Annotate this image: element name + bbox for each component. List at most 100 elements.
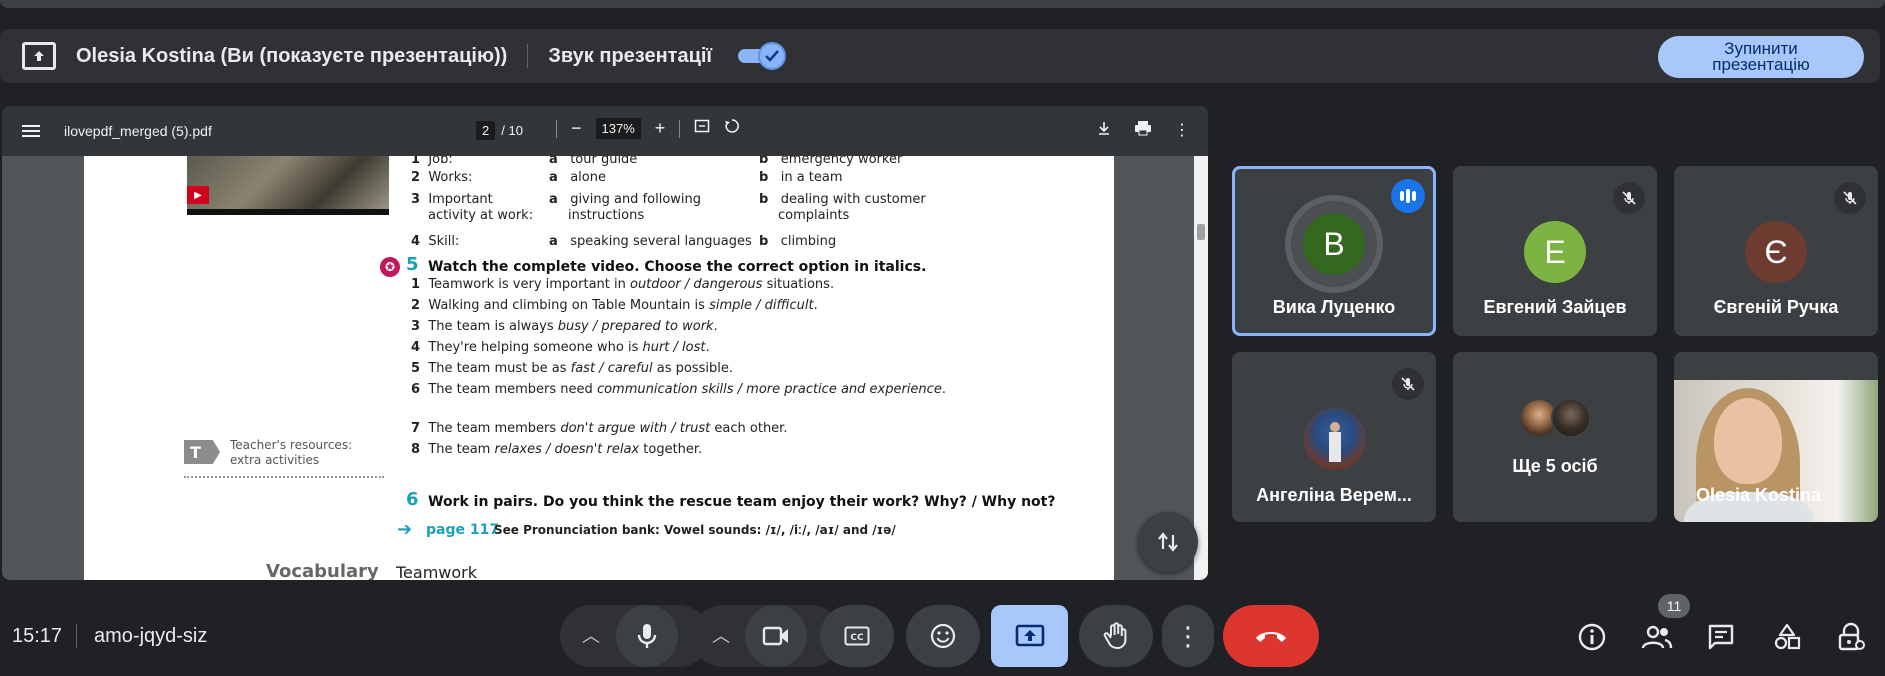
presentation-audio-label: Звук презентації <box>548 44 713 67</box>
page-total: / 10 <box>501 123 523 138</box>
participant-name: Ангеліна Верем... <box>1256 485 1412 505</box>
avatar: В <box>1303 213 1365 275</box>
presenter-text: Olesia Kostina (Ви (показуєте презентаці… <box>76 44 508 67</box>
svg-text:CC: CC <box>850 633 864 643</box>
pdf-page: ▶ 1 Job: a tour guide b emergency worker… <box>84 156 1114 580</box>
meeting-code: amo-jqyd-siz <box>94 625 208 647</box>
star-icon: ✪ <box>380 257 400 277</box>
participant-name: Olesia Kostina <box>1696 485 1822 505</box>
avatar: Є <box>1745 221 1807 283</box>
exercise-title: Work in pairs. Do you think the rescue t… <box>428 494 1056 510</box>
reactions-button[interactable] <box>906 605 980 667</box>
check-icon <box>758 42 787 70</box>
chat-icon[interactable] <box>1704 620 1738 654</box>
swap-layout-button[interactable] <box>1138 512 1198 572</box>
participant-tile[interactable]: Ангеліна Верем... <box>1232 352 1436 522</box>
teacher-resources-badge: T <box>184 440 220 464</box>
presentation-bar: Olesia Kostina (Ви (показуєте презентаці… <box>0 29 1880 83</box>
page-indicator: 2 / 10 <box>476 121 523 140</box>
zoom-input[interactable]: 137% <box>595 118 641 139</box>
microphone-icon <box>637 624 657 648</box>
list-item: 5 The team must be as fast / careful as … <box>411 361 733 376</box>
camera-icon <box>762 626 788 646</box>
emoji-icon <box>930 623 956 649</box>
present-button[interactable] <box>991 605 1068 667</box>
participant-tile[interactable]: Є Євгеній Ручка <box>1674 166 1878 336</box>
avatar: Е <box>1524 221 1586 283</box>
participant-tile[interactable]: В Вика Луценко <box>1232 166 1436 336</box>
arrow-right-icon: ➔ <box>397 519 413 540</box>
video-thumbnail <box>187 156 389 209</box>
list-item: 3 The team is always busy / prepared to … <box>411 319 718 334</box>
more-options-icon[interactable]: ⋮ <box>1174 120 1190 141</box>
zoom-controls: − 137% + <box>556 118 740 139</box>
participant-tile[interactable]: Olesia Kostina <box>1674 352 1878 522</box>
menu-icon[interactable] <box>22 122 40 140</box>
list-item: 2 Walking and climbing on Table Mountain… <box>411 298 818 313</box>
pronunciation-reference: See Pronunciation bank: Vowel sounds: /ɪ… <box>494 523 896 537</box>
participant-name: Евгений Зайцев <box>1483 297 1627 317</box>
mic-off-icon <box>1834 182 1866 214</box>
list-item: 4 They're helping someone who is hurt / … <box>411 340 710 355</box>
presentation-audio-toggle[interactable] <box>738 42 787 70</box>
more-vert-icon: ⋮ <box>1175 621 1201 651</box>
divider <box>556 119 557 138</box>
section-topic: Teamwork <box>396 563 478 580</box>
list-item: 6 The team members need communication sk… <box>411 382 946 397</box>
microphone-button[interactable] <box>616 605 678 667</box>
page-number-input[interactable]: 2 <box>476 121 496 140</box>
more-participants-label: Ще 5 осіб <box>1512 456 1598 476</box>
pdf-viewer: ilovepdf_merged (5).pdf 2 / 10 − 137% + <box>2 106 1208 580</box>
avatar <box>1551 398 1591 438</box>
print-icon[interactable] <box>1134 120 1152 141</box>
rotate-icon[interactable] <box>724 118 740 139</box>
ex4-row: 1 Job: <box>411 156 453 167</box>
divider <box>679 119 681 138</box>
scrollbar[interactable] <box>1194 156 1208 580</box>
participant-name: Вика Луценко <box>1272 297 1396 317</box>
more-options-button[interactable]: ⋮ <box>1162 605 1214 667</box>
hand-icon <box>1103 622 1127 649</box>
list-item: 7 The team members don't argue with / tr… <box>411 421 788 436</box>
ex4-row: 4 Skill: <box>411 234 460 249</box>
ex4-row: 3 Important <box>411 192 493 207</box>
section-heading: Vocabulary <box>266 561 379 580</box>
list-item: 8 The team relaxes / doesn't relax toget… <box>411 442 703 457</box>
exercise-number: 5 <box>406 254 419 275</box>
avatar <box>1304 408 1366 470</box>
participant-tile[interactable]: Ще 5 осіб <box>1453 352 1657 522</box>
page-link[interactable]: page 117 <box>426 522 499 538</box>
divider <box>76 624 77 648</box>
stop-presenting-button[interactable]: Зупинити презентацію <box>1658 36 1864 78</box>
captions-icon: CC <box>844 626 870 646</box>
mic-off-icon <box>1392 368 1424 400</box>
participant-tile[interactable]: Е Евгений Зайцев <box>1453 166 1657 336</box>
fit-page-icon[interactable] <box>694 118 710 139</box>
hang-up-icon <box>1256 632 1286 642</box>
present-screen-icon <box>22 42 56 70</box>
clock: 15:17 <box>12 625 63 647</box>
top-strip <box>0 0 1885 8</box>
activities-icon[interactable] <box>1770 620 1804 654</box>
captions-button[interactable]: CC <box>820 605 894 667</box>
download-icon[interactable] <box>1096 120 1112 141</box>
speaking-indicator-icon <box>1391 179 1425 213</box>
zoom-in-icon[interactable]: + <box>655 118 666 139</box>
exercise-title: Watch the complete video. Choose the cor… <box>428 259 927 275</box>
zoom-out-icon[interactable]: − <box>571 118 582 139</box>
list-item: 1 Teamwork is very important in outdoor … <box>411 277 835 292</box>
leave-call-button[interactable] <box>1223 605 1319 667</box>
camera-button[interactable] <box>745 605 807 667</box>
host-controls-icon[interactable] <box>1834 620 1868 654</box>
chevron-up-icon[interactable]: ︿ <box>582 622 600 648</box>
raise-hand-button[interactable] <box>1079 605 1153 667</box>
meeting-details-icon[interactable] <box>1575 620 1609 654</box>
pdf-filename: ilovepdf_merged (5).pdf <box>64 123 212 139</box>
participant-name: Євгеній Ручка <box>1713 297 1839 317</box>
ex4-row: 2 Works: <box>411 170 473 185</box>
mic-off-icon <box>1613 182 1645 214</box>
chevron-up-icon[interactable]: ︿ <box>712 622 730 648</box>
people-icon[interactable] <box>1640 620 1674 654</box>
present-screen-icon <box>1015 624 1044 647</box>
participant-count-badge: 11 <box>1658 594 1690 618</box>
